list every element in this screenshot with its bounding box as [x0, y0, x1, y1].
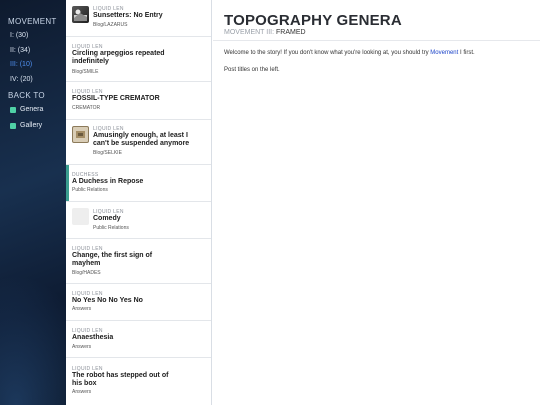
gallery-link-label: Gallery [20, 122, 43, 129]
subtitle-prefix: MOVEMENT III: [224, 29, 275, 36]
post-category: Answers [72, 344, 92, 350]
post-thumbnail [72, 208, 89, 225]
subtitle-value: FRAMED [276, 29, 306, 36]
page-title: TOPOGRAPHY GENERA [224, 12, 402, 29]
back-to-heading: BACK TO [8, 91, 45, 100]
movement-iv-item[interactable]: IV: (20) [10, 76, 33, 83]
post-thumbnail [72, 6, 89, 23]
post-category: Blog/LAZARUS [93, 22, 128, 28]
movement-ii-item[interactable]: II: (34) [10, 47, 30, 54]
post-card[interactable]: LIQUID LEN The robot has stepped out of … [66, 358, 211, 405]
gallery-link[interactable]: Gallery [10, 122, 42, 129]
post-card[interactable]: LIQUID LEN Change, the first sign of may… [66, 239, 211, 284]
post-title: FOSSIL-TYPE CREMATOR [72, 95, 160, 102]
post-card[interactable]: LIQUID LEN Anaesthesia Answers [66, 321, 211, 358]
post-card[interactable]: LIQUID LEN No Yes No No Yes No Answers [66, 284, 211, 321]
post-title: Sunsetters: No Entry [93, 12, 163, 19]
post-title: The robot has stepped out of his box [72, 372, 169, 387]
post-category: Public Relations [72, 187, 108, 193]
post-title: Comedy [93, 215, 121, 222]
header-divider [213, 40, 540, 41]
post-card-selected[interactable]: DUCHESS A Duchess in Repose Public Relat… [66, 165, 211, 202]
genera-link-label: Genera [20, 106, 44, 113]
post-card[interactable]: LIQUID LEN Comedy Public Relations [66, 202, 211, 239]
post-category: CREMATOR [72, 105, 101, 111]
post-title: Circling arpeggios repeated indefinitely [72, 50, 165, 65]
intro-text: Welcome to the story! If you don't know … [224, 50, 475, 56]
post-category: Blog/HADES [72, 270, 101, 276]
post-category: Answers [72, 389, 92, 395]
post-title: Anaesthesia [72, 334, 114, 341]
post-category: Blog/SELKIE [93, 150, 122, 156]
post-category: Public Relations [93, 225, 129, 231]
post-card[interactable]: LIQUID LEN FOSSIL-TYPE CREMATOR CREMATOR [66, 82, 211, 120]
post-card[interactable]: LIQUID LEN Sunsetters: No Entry Blog/LAZ… [66, 0, 211, 37]
movement-iii-item[interactable]: III: (10) [10, 61, 32, 68]
post-category: Blog/SMILE [72, 69, 99, 75]
instructions-text: Post titles on the left. [224, 67, 280, 73]
intro-after: I first. [459, 50, 475, 56]
page-subtitle: MOVEMENT III: FRAMED [224, 29, 306, 36]
post-list: LIQUID LEN Sunsetters: No Entry Blog/LAZ… [66, 0, 212, 405]
movement-heading: MOVEMENT [8, 17, 57, 26]
genera-square-icon [10, 106, 16, 113]
genera-link[interactable]: Genera [10, 106, 43, 113]
post-title: Amusingly enough, at least I can't be su… [93, 132, 190, 147]
movement-i-item[interactable]: I: (30) [10, 32, 28, 39]
post-card[interactable]: LIQUID LEN Amusingly enough, at least I … [66, 120, 211, 165]
intro-before: Welcome to the story! If you don't know … [224, 50, 429, 56]
gallery-square-icon [10, 122, 16, 129]
post-title: Change, the first sign of mayhem [72, 252, 153, 267]
movement-link[interactable]: Movement [430, 50, 458, 56]
post-title: No Yes No No Yes No [72, 297, 143, 304]
post-thumbnail [72, 126, 89, 143]
sidebar-nav: MOVEMENT I: (30) II: (34) III: (10) IV: … [0, 0, 66, 405]
main-content: TOPOGRAPHY GENERA MOVEMENT III: FRAMED W… [213, 0, 540, 405]
post-title: A Duchess in Repose [72, 178, 144, 185]
post-card[interactable]: LIQUID LEN Circling arpeggios repeated i… [66, 37, 211, 82]
post-category: Answers [72, 306, 92, 312]
